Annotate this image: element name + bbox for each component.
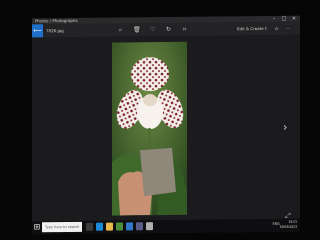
rotate-icon[interactable]: ↻: [165, 26, 172, 33]
next-image-button[interactable]: ›: [283, 120, 288, 134]
mail-icon[interactable]: [126, 222, 133, 231]
print-button[interactable]: ⎙: [275, 22, 278, 35]
photo-canvas[interactable]: [112, 41, 187, 216]
clock[interactable]: 19:21 03/03/2023: [280, 220, 297, 230]
share-icon: ⇪: [264, 25, 268, 31]
chevron-right-icon: ›: [283, 120, 288, 134]
file-explorer-icon[interactable]: [106, 222, 113, 231]
app-icon[interactable]: [146, 222, 153, 231]
taskbar-search-input[interactable]: Type here to search: [42, 221, 82, 233]
delete-icon[interactable]: 🗑: [133, 26, 141, 33]
photos-icon[interactable]: [136, 222, 143, 231]
edit-create-button[interactable]: Edit & Create: [237, 22, 264, 35]
see-all-button[interactable]: ⟵: [32, 24, 43, 38]
task-view-icon[interactable]: [86, 222, 93, 231]
zoom-icon[interactable]: ⌕: [117, 26, 124, 33]
windows-start-icon[interactable]: ⊞: [33, 222, 41, 231]
print-icon: ⎙: [275, 25, 279, 31]
more-button[interactable]: ⋯: [286, 22, 290, 35]
viewer-toolbar: ⟵ 7826.jpg ⌕ 🗑 ♡ ↻ ⌗ Edit & Create ⇪ ⎙ ⋯: [32, 21, 300, 38]
edge-icon[interactable]: [96, 222, 103, 231]
file-name: 7826.jpg: [46, 28, 64, 34]
favorite-icon[interactable]: ♡: [149, 26, 156, 33]
orchid-photo: [112, 41, 187, 216]
more-icon: ⋯: [286, 25, 290, 31]
store-icon[interactable]: [116, 222, 123, 231]
screen: Photos / Photographs – □ × ⟵ 7826.jpg ⌕ …: [32, 15, 300, 235]
back-arrow-icon: ⟵: [33, 27, 42, 35]
crop-icon[interactable]: ⌗: [181, 26, 188, 33]
clock-date: 03/03/2023: [279, 224, 297, 229]
share-button[interactable]: ⇪: [264, 22, 267, 35]
